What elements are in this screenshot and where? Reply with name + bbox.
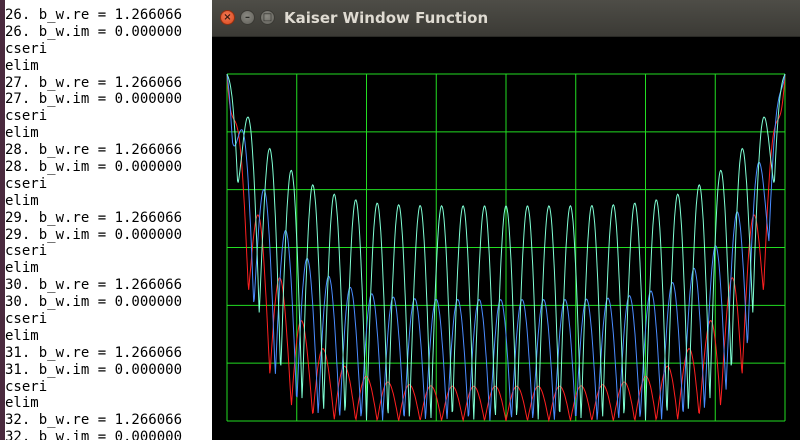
terminal-line: cseri <box>5 108 48 125</box>
terminal-line: 29. b_w.re = 1.266066 <box>5 209 183 226</box>
terminal-line: 31. b_w.re = 1.266066 <box>5 344 183 361</box>
terminal-output: 26. b_w.re = 1.266066 26. b_w.im = 0.0000… <box>5 7 182 440</box>
terminal-line: 30. b_w.re = 1.266066 <box>5 277 183 294</box>
terminal-line: elim <box>5 125 39 142</box>
window-titlebar[interactable]: × – □ Kaiser Window Function <box>212 0 800 37</box>
terminal-line: 30. b_w.im = 0.000000 <box>5 294 183 311</box>
maximize-button[interactable]: □ <box>260 10 275 25</box>
terminal-line: cseri <box>5 243 48 260</box>
minimize-icon: – <box>245 12 250 23</box>
plot-canvas <box>226 73 786 423</box>
terminal-line: elim <box>5 192 39 209</box>
terminal-line: elim <box>5 327 39 344</box>
terminal-line: 27. b_w.im = 0.000000 <box>5 91 183 108</box>
close-icon: × <box>223 12 232 23</box>
terminal-line: 32. b_w.re = 1.266066 <box>5 412 183 429</box>
terminal-line: cseri <box>5 378 48 395</box>
minimize-button[interactable]: – <box>240 10 255 25</box>
terminal-line: 26. b_w.im = 0.000000 <box>5 23 183 40</box>
plot-grid <box>226 73 786 422</box>
terminal-line: 28. b_w.re = 1.266066 <box>5 142 183 159</box>
terminal-line: elim <box>5 395 39 412</box>
terminal-line: elim <box>5 57 39 74</box>
terminal-line: cseri <box>5 175 48 192</box>
window-title: Kaiser Window Function <box>284 9 489 27</box>
terminal-line: cseri <box>5 40 48 57</box>
terminal-line: 32. b_w.im = 0.000000 <box>5 429 183 440</box>
terminal-line: cseri <box>5 311 48 328</box>
terminal-line: 26. b_w.re = 1.266066 <box>5 7 183 23</box>
maximize-icon: □ <box>262 12 273 23</box>
terminal-window[interactable]: 26. b_w.re = 1.266066 26. b_w.im = 0.0000… <box>0 0 212 440</box>
terminal-line: 29. b_w.im = 0.000000 <box>5 226 183 243</box>
terminal-line: 27. b_w.re = 1.266066 <box>5 74 183 91</box>
kaiser-window: × – □ Kaiser Window Function <box>212 0 800 440</box>
terminal-line: 31. b_w.im = 0.000000 <box>5 361 183 378</box>
close-button[interactable]: × <box>220 10 235 25</box>
terminal-line: elim <box>5 260 39 277</box>
terminal-line: 28. b_w.im = 0.000000 <box>5 159 183 176</box>
